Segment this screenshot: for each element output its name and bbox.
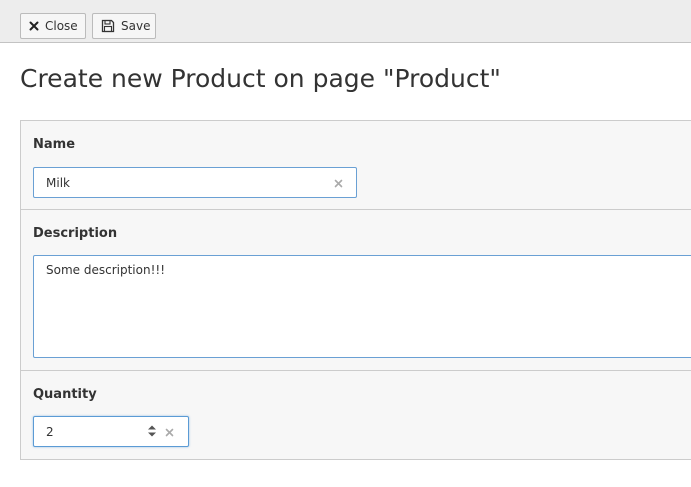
name-label: Name xyxy=(33,137,76,152)
close-icon xyxy=(29,19,39,33)
close-button-label: Close xyxy=(45,19,78,33)
quantity-field-wrapper xyxy=(33,416,189,447)
toolbar: Close Save xyxy=(0,0,691,43)
save-icon xyxy=(101,19,115,33)
spinner-icon[interactable] xyxy=(146,423,158,439)
quantity-section: Quantity xyxy=(21,371,691,460)
description-section: Description Some description!!! xyxy=(21,210,691,371)
name-field-wrapper xyxy=(33,167,357,198)
quantity-input[interactable] xyxy=(34,417,142,446)
quantity-label: Quantity xyxy=(33,387,97,402)
save-button[interactable]: Save xyxy=(92,13,156,39)
save-button-label: Save xyxy=(121,19,151,33)
description-textarea[interactable]: Some description!!! xyxy=(34,256,691,357)
close-button[interactable]: Close xyxy=(20,13,86,39)
clear-icon[interactable] xyxy=(330,175,346,191)
description-label: Description xyxy=(33,226,118,241)
page-title: Create new Product on page "Product" xyxy=(20,64,501,93)
name-section: Name xyxy=(21,121,691,210)
clear-icon[interactable] xyxy=(161,424,177,440)
description-field-wrapper: Some description!!! xyxy=(33,255,691,358)
name-input[interactable] xyxy=(34,168,324,197)
record-form: Name Description Some description!!! Qua… xyxy=(20,120,691,460)
